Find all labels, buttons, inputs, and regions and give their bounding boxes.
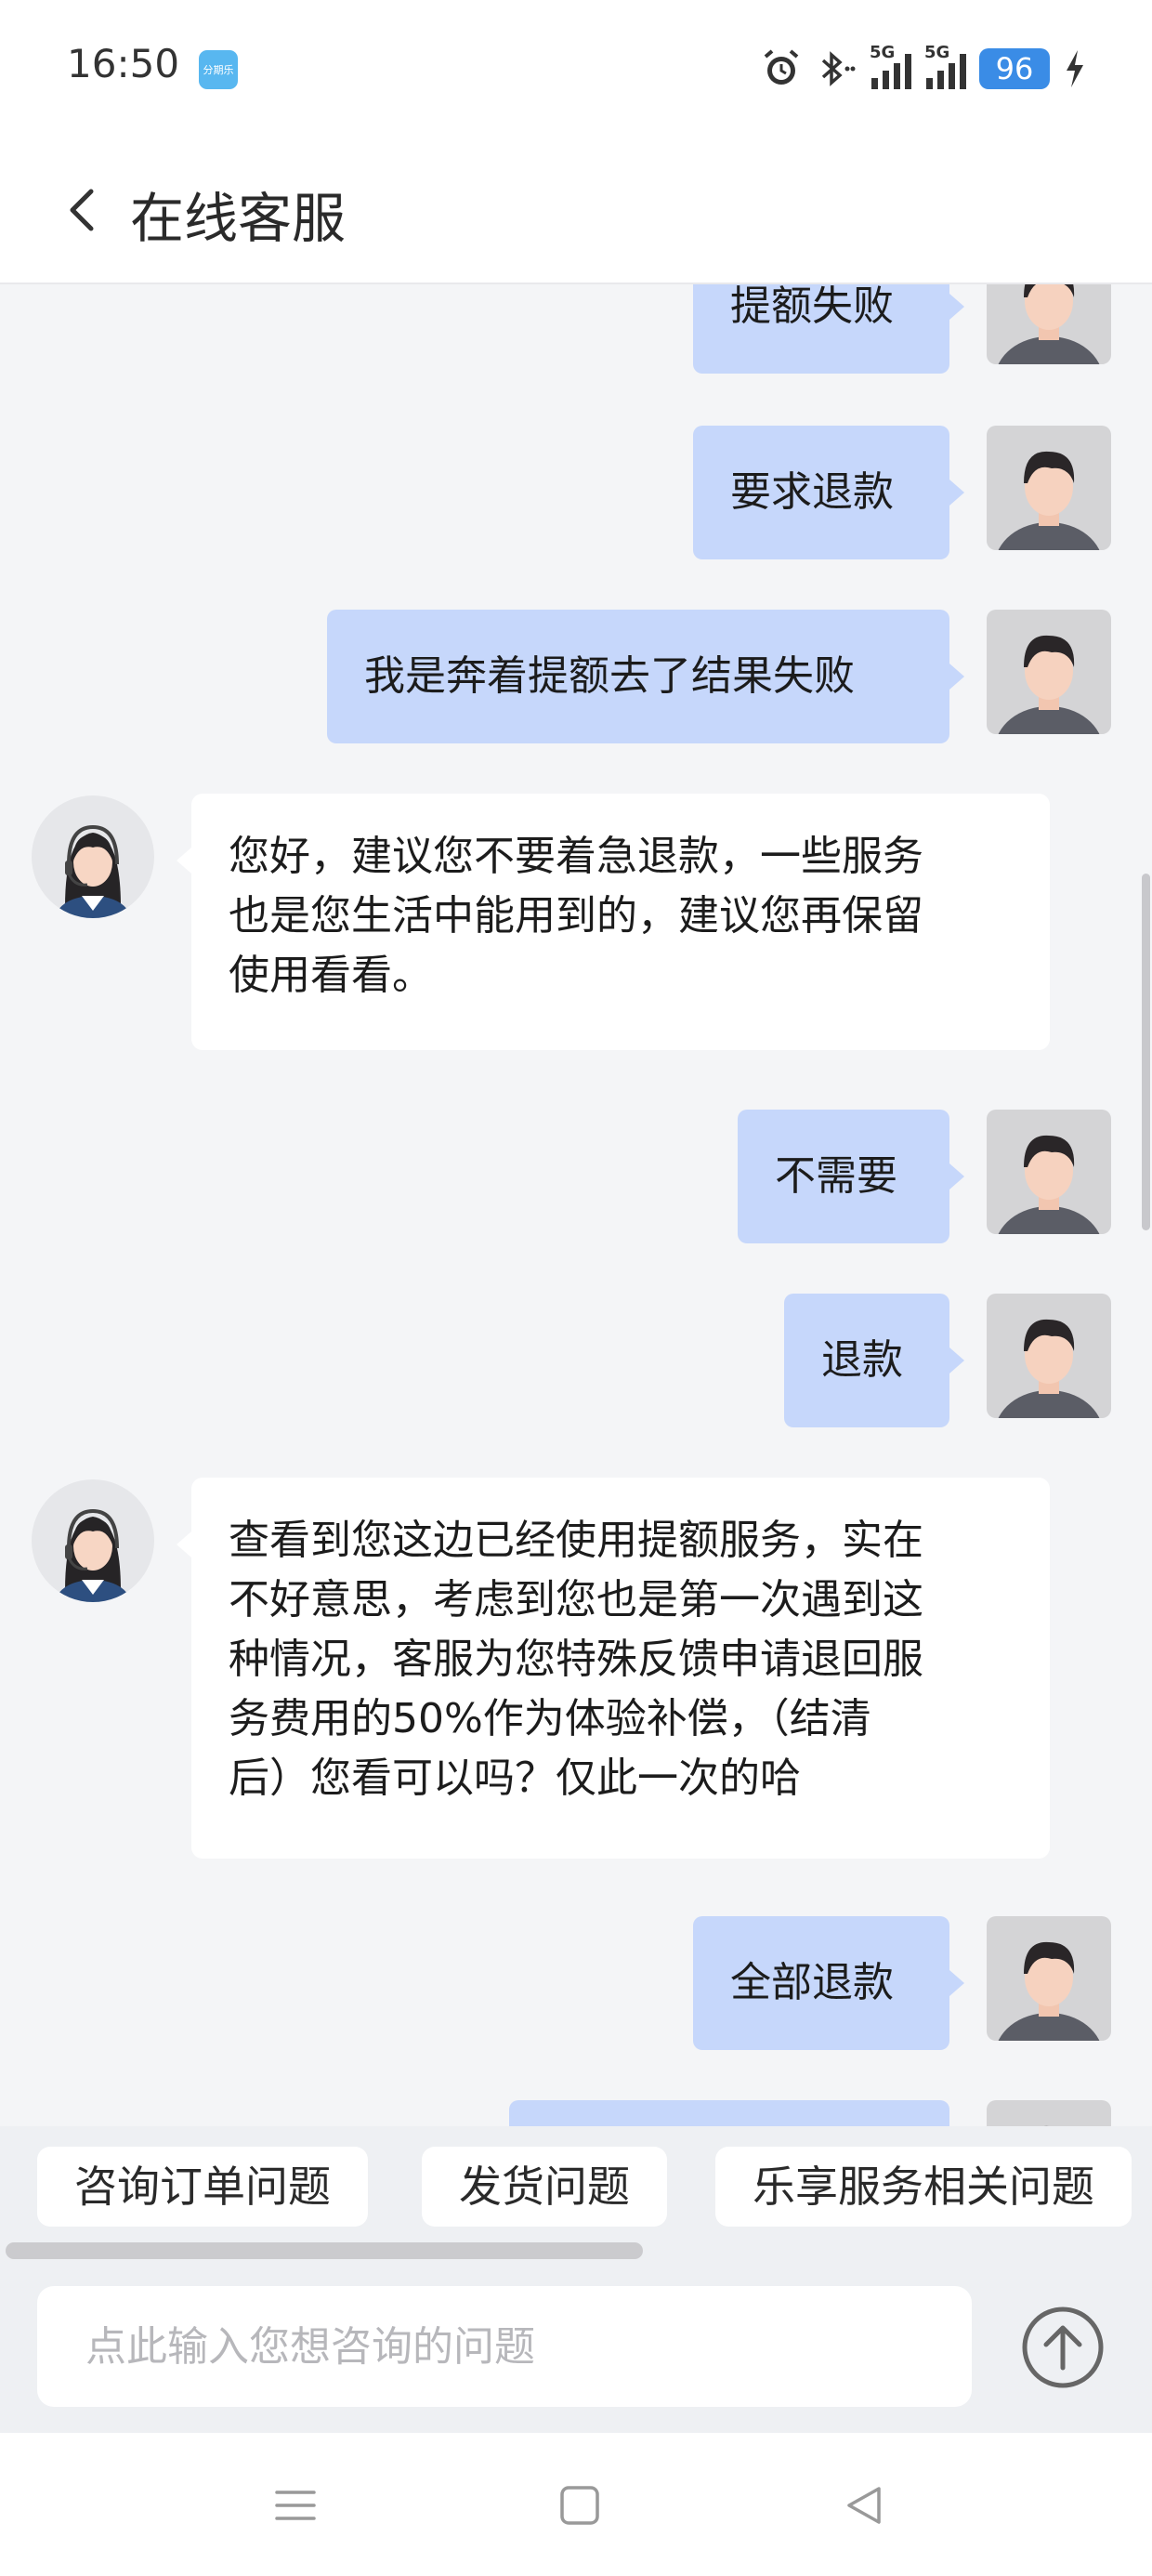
- agent-message-line: 务费用的50%作为体验补偿，（结清: [229, 1695, 871, 1742]
- agent-message-line: 您好，建议您不要着急退款，一些服务: [229, 833, 923, 880]
- alarm-icon: [760, 47, 803, 90]
- agent-message-line: 使用看看。: [229, 952, 433, 999]
- user-avatar: [987, 1294, 1111, 1418]
- user-bubble: 退款: [784, 1294, 964, 1427]
- signal-icon: 5G: [924, 43, 966, 89]
- agent-message-line: 种情况，客服为您特殊反馈申请退回服: [229, 1636, 923, 1683]
- message-input[interactable]: [37, 2286, 972, 2407]
- send-button[interactable]: [1020, 2305, 1106, 2390]
- user-bubble: 要求退款: [693, 426, 964, 559]
- user-avatar: [987, 610, 1111, 734]
- app-notification-icon: 分期乐: [199, 50, 238, 89]
- quick-reply-shipping[interactable]: 发货问题: [422, 2147, 667, 2227]
- user-avatar: [987, 426, 1111, 550]
- user-bubble: 我是奔着提额去了结果失败: [327, 610, 964, 743]
- header: 在线客服: [0, 139, 1152, 284]
- quick-reply-service[interactable]: 乐享服务相关问题: [715, 2147, 1132, 2227]
- bluetooth-icon: [816, 47, 857, 90]
- status-bar: 16:50 分期乐 5G 5G 96: [0, 0, 1152, 139]
- chat-scrollbar[interactable]: [1141, 284, 1152, 2126]
- quick-reply-order[interactable]: 咨询订单问题: [37, 2147, 368, 2227]
- agent-avatar: [32, 1479, 154, 1602]
- agent-message-line: 后）您看可以吗？仅此一次的哈: [229, 1755, 801, 1802]
- user-avatar: [987, 1916, 1111, 2041]
- user-bubble: 不需要: [738, 1110, 964, 1243]
- chevron-left-icon: [70, 189, 94, 231]
- battery-icon: 96: [979, 48, 1050, 89]
- agent-bubble: 查看到您这边已经使用提额服务，实在 不好意思，考虑到您也是第一次遇到这 种情况，…: [177, 1478, 1050, 1859]
- user-bubble: 提额失败: [693, 284, 964, 374]
- quick-reply-scrollbar[interactable]: [6, 2242, 643, 2259]
- back-triangle-icon[interactable]: [836, 2477, 892, 2533]
- arrow-up-circle-icon: [1022, 2307, 1104, 2388]
- home-square-icon[interactable]: [552, 2477, 608, 2533]
- system-nav-bar: [0, 2433, 1152, 2576]
- back-button[interactable]: [56, 182, 111, 238]
- agent-message-line: 查看到您这边已经使用提额服务，实在: [229, 1517, 923, 1564]
- scrollbar-thumb[interactable]: [1142, 874, 1150, 1230]
- user-bubble: 全部退款: [693, 1916, 964, 2050]
- agent-bubble: 您好，建议您不要着急退款，一些服务 也是您生活中能用到的，建议您再保留 使用看看…: [177, 794, 1050, 1050]
- agent-message-line: 也是您生活中能用到的，建议您再保留: [229, 892, 923, 940]
- status-time: 16:50: [67, 41, 180, 86]
- quick-reply-bar: 咨询订单问题 发货问题 乐享服务相关问题: [0, 2126, 1152, 2260]
- agent-message-line: 不好意思，考虑到您也是第一次遇到这: [229, 1576, 923, 1623]
- user-avatar: [987, 284, 1111, 364]
- input-bar: [0, 2260, 1152, 2433]
- charging-icon: [1063, 48, 1087, 89]
- user-avatar: [987, 1110, 1111, 1234]
- user-avatar: [987, 2100, 1111, 2126]
- signal-icon: 5G: [870, 43, 911, 89]
- user-bubble: [509, 2100, 949, 2126]
- menu-icon[interactable]: [268, 2477, 323, 2533]
- status-icons: 5G 5G 96: [760, 41, 1087, 97]
- page-title: 在线客服: [130, 187, 347, 250]
- chat-messages[interactable]: 提额失败 要求退款 我是奔着提额去了结果失败 您好，建议您不要着急退款，一些服务…: [0, 284, 1152, 2126]
- agent-avatar: [32, 795, 154, 918]
